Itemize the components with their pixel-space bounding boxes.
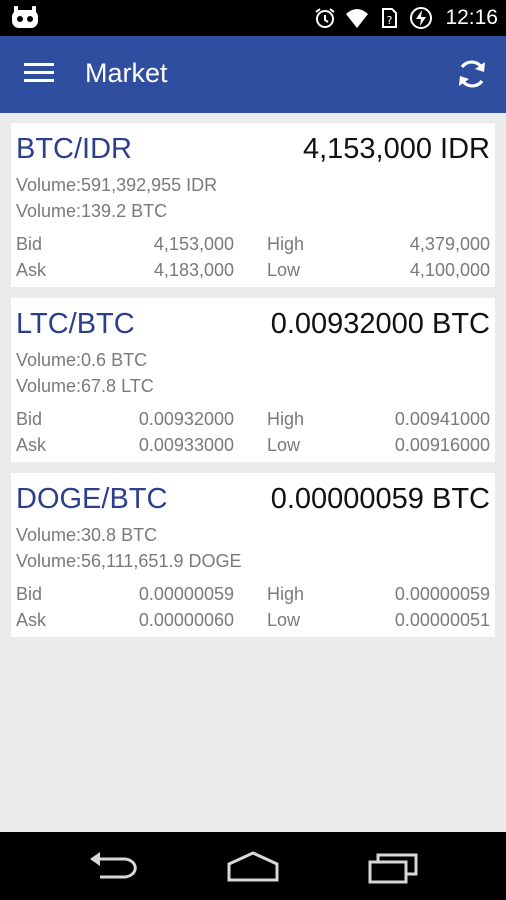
hamburger-menu-icon[interactable] (24, 63, 54, 87)
pair-name: LTC/BTC (16, 308, 135, 340)
low-value: 0.00916000 (394, 435, 490, 455)
ask-low-row: Ask 0.00933000 Low 0.00916000 (16, 435, 490, 459)
high-label: High (267, 584, 305, 604)
last-price: 4,153,000 IDR (302, 133, 490, 165)
bid-high-row: Bid 4,153,000 High 4,379,000 (16, 234, 490, 258)
volume-base: Volume:139.2 BTC (16, 201, 168, 221)
alarm-icon (315, 8, 336, 28)
bid-label: Bid (16, 584, 43, 604)
high-value: 4,379,000 (409, 234, 490, 254)
app-bar: Market (0, 36, 506, 113)
ask-value: 4,183,000 (153, 260, 234, 280)
cyanogen-icon (12, 6, 38, 28)
bid-label: Bid (16, 234, 43, 254)
ask-label: Ask (16, 435, 47, 455)
svg-text:?: ? (387, 14, 393, 27)
bid-label: Bid (16, 409, 43, 429)
back-icon[interactable] (86, 850, 142, 884)
market-list: BTC/IDR 4,153,000 IDR Volume:591,392,955… (11, 123, 495, 648)
wifi-icon (346, 9, 369, 28)
ask-label: Ask (16, 610, 47, 630)
ask-low-row: Ask 0.00000060 Low 0.00000051 (16, 610, 490, 634)
battery-charging-icon (410, 7, 433, 29)
market-card-btc-idr[interactable]: BTC/IDR 4,153,000 IDR Volume:591,392,955… (11, 123, 495, 287)
bid-value: 0.00932000 (138, 409, 234, 429)
low-label: Low (267, 610, 301, 630)
volume-quote: Volume:591,392,955 IDR (16, 175, 218, 195)
high-value: 0.00000059 (394, 584, 490, 604)
bid-value: 4,153,000 (153, 234, 234, 254)
ask-low-row: Ask 4,183,000 Low 4,100,000 (16, 260, 490, 284)
bid-value: 0.00000059 (138, 584, 234, 604)
last-price: 0.00932000 BTC (270, 308, 490, 340)
market-card-doge-btc[interactable]: DOGE/BTC 0.00000059 BTC Volume:30.8 BTC … (11, 473, 495, 637)
ask-value: 0.00000060 (138, 610, 234, 630)
volume-quote: Volume:0.6 BTC (16, 350, 148, 370)
bid-high-row: Bid 0.00000059 High 0.00000059 (16, 584, 490, 608)
high-label: High (267, 234, 305, 254)
high-value: 0.00941000 (394, 409, 490, 429)
refresh-icon[interactable] (454, 56, 490, 92)
status-bar: ? 12:16 (0, 0, 506, 36)
high-label: High (267, 409, 305, 429)
volume-base: Volume:67.8 LTC (16, 376, 154, 396)
last-price: 0.00000059 BTC (270, 483, 490, 515)
status-time: 12:16 (445, 6, 498, 29)
low-value: 0.00000051 (394, 610, 490, 630)
system-nav-bar (0, 832, 506, 900)
market-card-ltc-btc[interactable]: LTC/BTC 0.00932000 BTC Volume:0.6 BTC Vo… (11, 298, 495, 462)
low-label: Low (267, 435, 301, 455)
page-title: Market (85, 58, 168, 88)
volume-quote: Volume:30.8 BTC (16, 525, 158, 545)
pair-name: BTC/IDR (16, 133, 132, 165)
low-label: Low (267, 260, 301, 280)
volume-base: Volume:56,111,651.9 DOGE (16, 551, 242, 571)
ask-label: Ask (16, 260, 47, 280)
recents-icon[interactable] (366, 850, 422, 884)
pair-name: DOGE/BTC (16, 483, 168, 515)
low-value: 4,100,000 (409, 260, 490, 280)
ask-value: 0.00933000 (138, 435, 234, 455)
no-sim-icon: ? (382, 8, 398, 28)
bid-high-row: Bid 0.00932000 High 0.00941000 (16, 409, 490, 433)
home-icon[interactable] (225, 850, 281, 884)
